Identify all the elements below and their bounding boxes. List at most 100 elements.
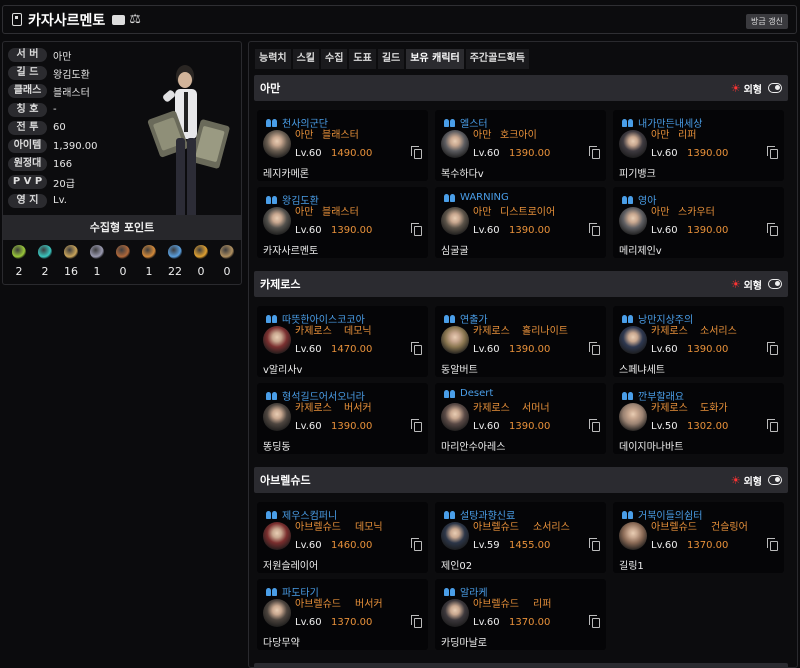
guild-members-icon [266,314,278,323]
character-card[interactable]: 형석길드어서오너라 카제로스 버서커 Lv.60 1390.00 똥딩동 [257,383,428,454]
collection-point[interactable]: 22 [163,245,187,278]
tab-3[interactable]: 수집 [321,49,348,69]
character-level: Lv.60 [651,540,678,551]
collection-point[interactable]: 1 [85,245,109,278]
character-server: 아만 [295,130,314,141]
appearance-toggle[interactable] [768,279,782,289]
item-level: 1460.00 [331,540,373,551]
copy-icon[interactable] [589,342,600,355]
character-card[interactable]: Desert 카제로스 서머너 Lv.60 1390.00 마리안수아레스 [435,383,606,454]
character-card[interactable]: 낭만지상주의 카제로스 소서리스 Lv.60 1390.00 스페냐세트 [613,306,784,377]
item-level: 1390.00 [331,421,373,432]
appearance-toggle[interactable] [768,475,782,485]
profile-value: - [53,104,57,116]
profile-row: 전 투 60 [8,120,66,135]
copy-icon[interactable] [767,342,778,355]
collection-count: 0 [119,265,127,278]
character-card[interactable]: 내가만든내세상 아만 리퍼 Lv.60 1390.00 피기뱅크 [613,110,784,181]
character-card[interactable]: 깐부할래요 카제로스 도화가 Lv.50 1302.00 데이지마나바트 [613,383,784,454]
copy-icon[interactable] [589,146,600,159]
guild-members-icon [444,510,456,519]
bookmark-icon[interactable] [12,13,22,26]
character-name: 데이지마나바트 [619,442,684,453]
character-card[interactable]: 제우스컴퍼니 아브렐슈드 데모닉 Lv.60 1460.00 저원슬레이어 [257,502,428,573]
copy-icon[interactable] [767,223,778,236]
character-server: 아만 [295,207,314,218]
tab-5[interactable]: 길드 [377,49,405,69]
copy-icon[interactable] [589,538,600,551]
collection-point[interactable]: 16 [59,245,83,278]
refresh-button[interactable]: 방금 갱신 [746,14,788,29]
tab-4[interactable]: 도표 [349,49,376,69]
character-card[interactable]: 천사의군단 아만 블래스터 Lv.60 1490.00 레지카메론 [257,110,428,181]
copy-icon[interactable] [767,419,778,432]
copy-icon[interactable] [411,538,422,551]
character-portrait [619,522,647,550]
profile-row: 길 드 왕김도환 [8,66,90,81]
server-name: 아브렐슈드 [260,474,311,487]
appearance-toggle[interactable] [768,83,782,93]
collection-count: 2 [41,265,49,278]
character-portrait [263,522,291,550]
tab-1[interactable]: 능력치 [255,49,291,69]
collection-count: 1 [145,265,153,278]
item-level: 1490.00 [331,148,373,159]
character-level: Lv.60 [473,225,500,236]
character-card[interactable]: 따뜻한아이스코코아 카제로스 데모닉 Lv.60 1470.00 v알리사v [257,306,428,377]
character-card[interactable]: 거북이들의쉼터 아브렐슈드 건슬링어 Lv.60 1370.00 길링1 [613,502,784,573]
item-level: 1370.00 [687,540,729,551]
character-level: Lv.60 [295,225,322,236]
character-class: 도화가 [700,403,728,414]
copy-icon[interactable] [589,223,600,236]
guild-members-icon [444,389,456,398]
copy-icon[interactable] [589,419,600,432]
character-portrait [619,326,647,354]
collection-point[interactable]: 2 [7,245,31,278]
copy-icon[interactable] [411,615,422,628]
copy-icon[interactable] [411,342,422,355]
character-card[interactable]: 설탕과향신료 아브렐슈드 소서리스 Lv.59 1455.00 제인02 [435,502,606,573]
character-card[interactable]: WARNING 아만 디스트로이어 Lv.60 1390.00 심굴굴 [435,187,606,258]
server-name: 아만 [260,82,281,95]
character-name: 동알버트 [441,365,478,376]
tab-2[interactable]: 스킬 [292,49,320,69]
copy-icon[interactable] [589,615,600,628]
character-name: 카자사르멘토 [263,246,319,257]
id-card-icon[interactable] [112,14,126,25]
character-card[interactable]: 알라케 아브렐슈드 리퍼 Lv.60 1370.00 카딩마날로 [435,579,606,650]
character-server: 아만 [473,130,492,141]
copy-icon[interactable] [767,538,778,551]
guild-name[interactable]: Desert [444,388,493,399]
mokoko-seed-icon [12,245,26,259]
character-server: 카제로스 [651,403,688,414]
item-level: 1390.00 [509,148,551,159]
collection-point[interactable]: 2 [33,245,57,278]
tab-7[interactable]: 주간골드획득 [465,49,529,69]
scale-icon[interactable]: ⚖ [129,12,141,27]
collection-count: 22 [168,265,182,278]
sun-icon: ☀ [730,277,741,291]
character-card[interactable]: 파도타기 아브렐슈드 버서커 Lv.60 1370.00 다당무약 [257,579,428,650]
collection-point[interactable]: 1 [137,245,161,278]
server-header: 카제로스 ☀ 외형 [254,271,788,297]
character-class: 블래스터 [322,207,359,218]
copy-icon[interactable] [767,146,778,159]
character-card[interactable]: 엘스터 아만 호크아이 Lv.60 1390.00 복수하다v [435,110,606,181]
collection-point[interactable]: 0 [215,245,239,278]
copy-icon[interactable] [411,223,422,236]
profile-label: 클래스 [8,84,47,99]
collection-point[interactable]: 0 [189,245,213,278]
character-name: 카자사르멘토 [28,12,106,29]
guild-name[interactable]: WARNING [444,192,509,203]
character-card[interactable]: 영아 아만 스카우터 Lv.60 1390.00 메리제인v [613,187,784,258]
guild-members-icon [266,391,278,400]
copy-icon[interactable] [411,419,422,432]
character-server: 아브렐슈드 [295,599,341,610]
character-name: 메리제인v [619,246,662,257]
collection-point[interactable]: 0 [111,245,135,278]
character-card[interactable]: 왕김도환 아만 블래스터 Lv.60 1390.00 카자사르멘토 [257,187,428,258]
copy-icon[interactable] [411,146,422,159]
character-card[interactable]: 연출가 카제로스 홀리나이트 Lv.60 1390.00 동알버트 [435,306,606,377]
profile-label: 전 투 [8,120,47,135]
tab-6[interactable]: 보유 캐릭터 [406,49,464,69]
